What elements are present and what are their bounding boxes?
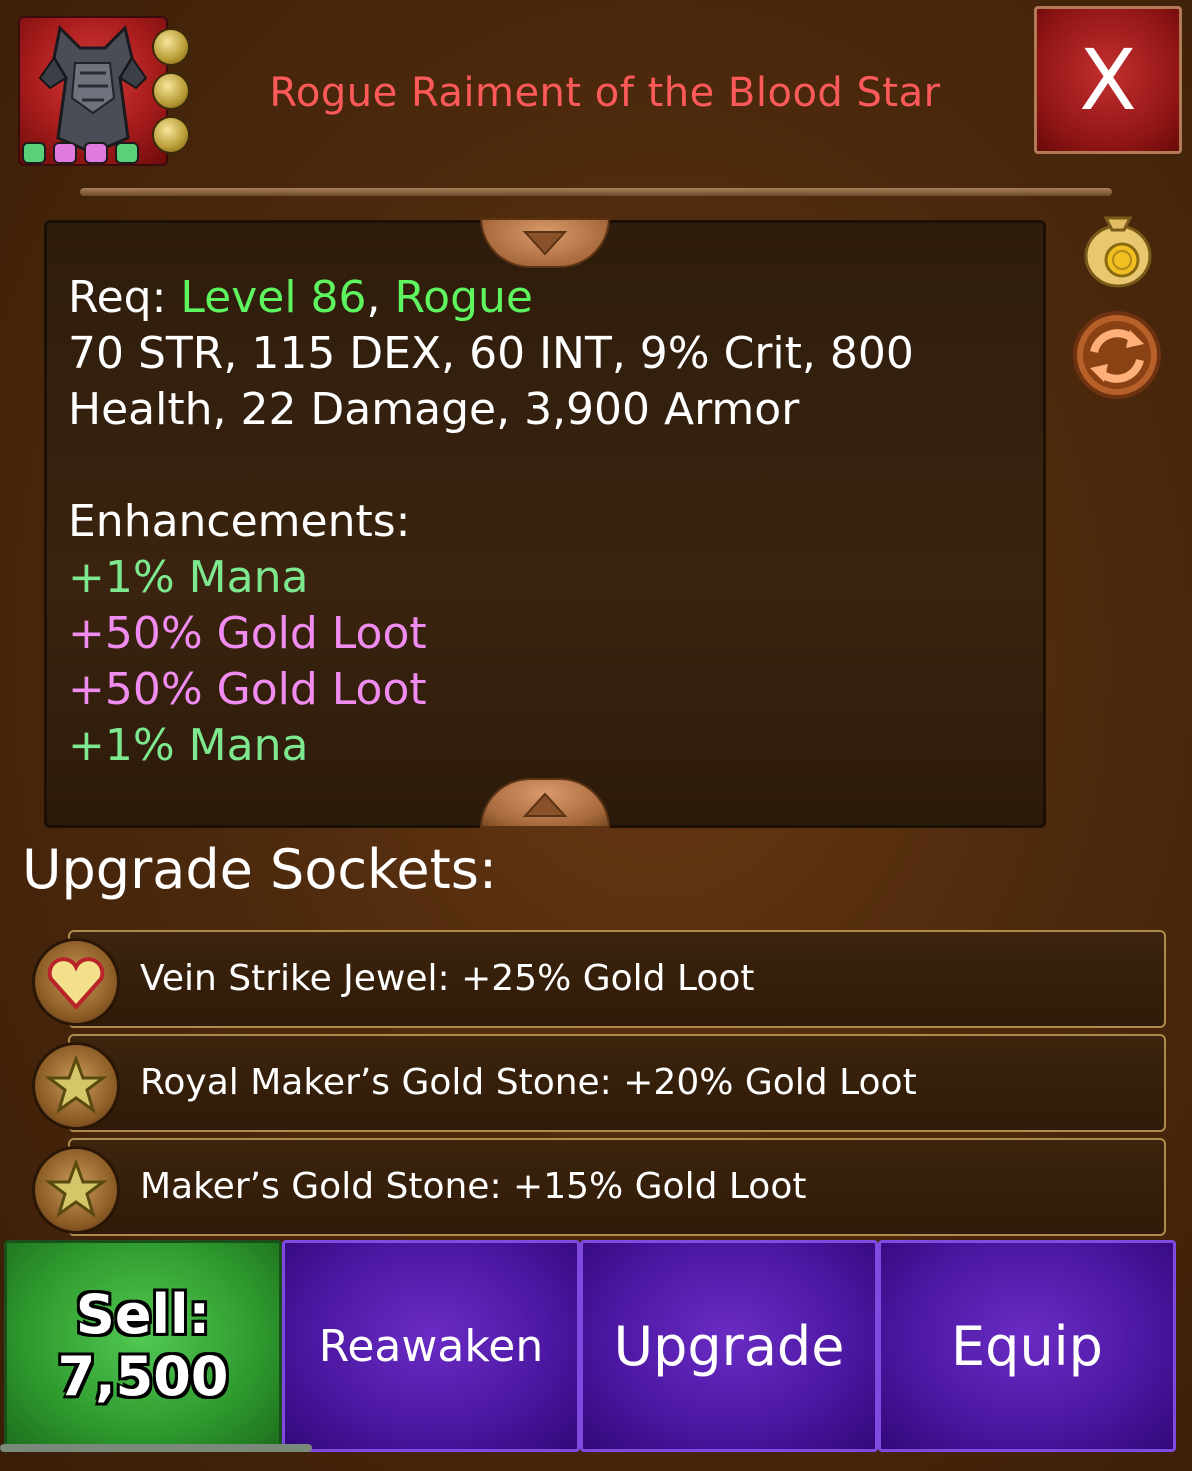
enhancements-heading: Enhancements: (68, 496, 411, 547)
enhancement-pip (53, 142, 77, 164)
equip-button[interactable]: Equip (878, 1240, 1176, 1452)
req-class: Rogue (394, 272, 533, 323)
reroll-icon[interactable] (1070, 308, 1164, 402)
star-gem-icon (152, 116, 190, 154)
item-title: Rogue Raiment of the Blood Star (269, 70, 941, 116)
enhancement-pip (22, 142, 46, 164)
enhancement-pip (84, 142, 108, 164)
sell-value: 7,500 (57, 1345, 229, 1408)
requirements-line: Req: Level 86, Rogue (68, 270, 533, 326)
header-divider (80, 188, 1112, 196)
stats-line-1: 70 STR, 115 DEX, 60 INT, 9% Crit, 800 (68, 328, 914, 379)
enhancement-item: +1% Mana (68, 720, 309, 771)
chevron-up-icon (522, 792, 568, 817)
heart-jewel-icon (32, 938, 120, 1026)
star-gem-icon (152, 72, 190, 110)
socket-text: Royal Maker’s Gold Stone: +20% Gold Loot (140, 1062, 917, 1103)
gold-bag-icon[interactable] (1080, 196, 1156, 292)
req-separator: , (366, 272, 381, 323)
scroll-indicator (0, 1444, 312, 1452)
scroll-up-button[interactable] (480, 218, 610, 268)
enhancement-item: +1% Mana (68, 552, 309, 603)
req-level: Level 86 (180, 272, 367, 323)
socket-text: Vein Strike Jewel: +25% Gold Loot (140, 958, 755, 999)
chevron-down-icon (522, 231, 568, 256)
enhancement-item: +50% Gold Loot (68, 664, 427, 715)
enhancement-pip (115, 142, 139, 164)
upgrade-button[interactable]: Upgrade (580, 1240, 878, 1452)
close-button[interactable]: X (1034, 6, 1182, 154)
req-label: Req: (68, 272, 167, 323)
sell-button[interactable]: Sell: 7,500 (4, 1240, 282, 1452)
enhancement-item: +50% Gold Loot (68, 608, 427, 659)
reawaken-button[interactable]: Reawaken (282, 1240, 580, 1452)
stats-line-2: Health, 22 Damage, 3,900 Armor (68, 384, 800, 435)
sell-label: Sell: (75, 1283, 211, 1346)
socket-text: Maker’s Gold Stone: +15% Gold Loot (140, 1166, 807, 1207)
star-stone-icon (32, 1146, 120, 1234)
star-stone-icon (32, 1042, 120, 1130)
heart-gem-icon (152, 28, 190, 66)
sockets-heading: Upgrade Sockets: (22, 838, 498, 901)
scroll-down-button[interactable] (480, 778, 610, 828)
